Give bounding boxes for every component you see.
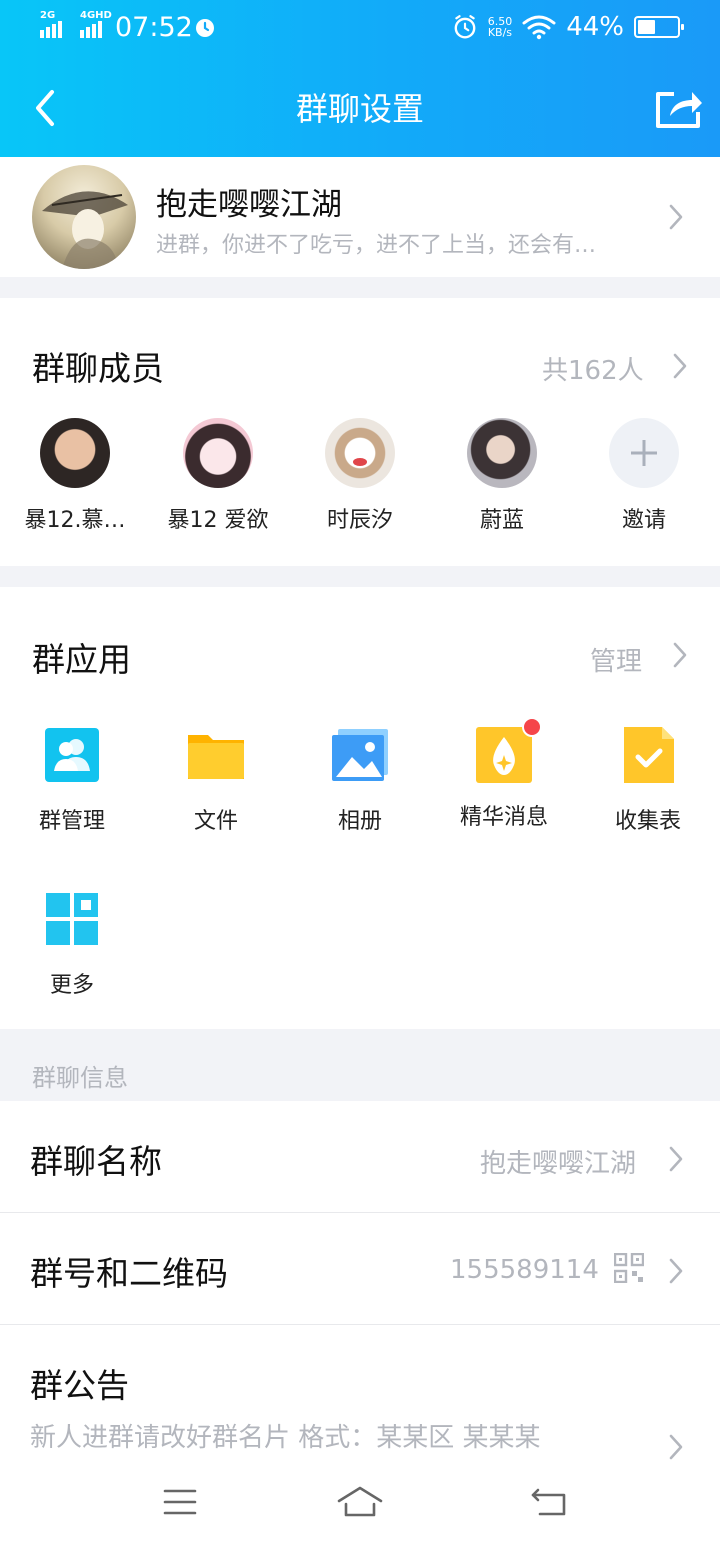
- group-id-value: 155589114: [450, 1255, 599, 1285]
- form-icon: [624, 727, 674, 783]
- share-icon[interactable]: [652, 86, 704, 130]
- group-id-label: 群号和二维码: [30, 1254, 228, 1293]
- album-icon: [332, 729, 388, 781]
- group-apps-section: 群应用 管理 群管理 文件 相册 精华消息 收集表 更多: [0, 587, 720, 1029]
- app-label: 精华消息: [459, 805, 548, 830]
- chevron-right-icon[interactable]: [672, 352, 688, 380]
- app-more[interactable]: 更多: [0, 889, 144, 999]
- app-label: 文件: [193, 809, 238, 834]
- member-avatar: [40, 418, 110, 488]
- status-time: 07:52: [115, 12, 193, 43]
- signal-icon: 2G 4GHD: [40, 10, 112, 38]
- chevron-right-icon[interactable]: [672, 641, 688, 669]
- app-form[interactable]: 收集表: [576, 725, 720, 835]
- group-manage-icon: [45, 728, 99, 782]
- member-name: 时辰汐: [326, 508, 393, 533]
- invite-member-button[interactable]: 邀请: [574, 418, 714, 534]
- header-bar: 2G 4GHD 07:52 6.50 KB/s 44% 群聊设置: [0, 0, 720, 157]
- chevron-right-icon: [669, 1258, 683, 1284]
- back-icon[interactable]: [530, 1486, 568, 1518]
- more-grid-icon: [46, 893, 98, 945]
- menu-icon[interactable]: [163, 1488, 197, 1516]
- alarm-icon: [454, 15, 476, 39]
- group-avatar: [32, 165, 136, 269]
- member-avatar: [467, 418, 537, 488]
- member-name: 暴12 爱欲: [167, 508, 269, 533]
- members-count[interactable]: 共162人: [542, 350, 644, 387]
- member-avatar: [183, 418, 253, 488]
- group-name-label: 群聊名称: [30, 1142, 162, 1181]
- home-icon[interactable]: [336, 1484, 384, 1520]
- group-id-row[interactable]: 群号和二维码 155589114: [0, 1213, 720, 1324]
- group-name-value: 抱走嘤嘤江湖: [480, 1149, 637, 1179]
- group-info-header: 群聊信息: [32, 1064, 128, 1092]
- apps-manage-link[interactable]: 管理: [590, 641, 642, 678]
- network-2g-label: 2G: [40, 10, 56, 21]
- network-speed: 6.50 KB/s: [488, 16, 513, 38]
- chevron-right-icon: [669, 204, 683, 230]
- group-notice-value: 新人进群请改好群名片 格式：某某区 某某某: [30, 1423, 541, 1453]
- notification-dot: [522, 717, 542, 737]
- member-name: 蔚蓝: [479, 508, 524, 533]
- plus-icon: [609, 418, 679, 488]
- group-name: 抱走嘤嘤江湖: [156, 187, 342, 223]
- battery-icon: [634, 16, 684, 38]
- member-item[interactable]: 暴12 爱欲: [148, 418, 288, 534]
- app-label: 群管理: [38, 809, 105, 834]
- page-title: 群聊设置: [295, 90, 424, 128]
- group-description: 进群，你进不了吃亏，进不了上当，还会有…: [156, 233, 597, 258]
- group-name-row[interactable]: 群聊名称 抱走嘤嘤江湖: [0, 1101, 720, 1212]
- network-4g-label: 4GHD: [80, 10, 112, 21]
- system-nav-bar: [0, 1460, 720, 1544]
- speed-unit: KB/s: [487, 26, 513, 39]
- members-title: 群聊成员: [32, 349, 164, 388]
- members-section: 群聊成员 共162人 暴12.慕… 暴12 爱欲 时辰汐 蔚蓝 邀请: [0, 298, 720, 566]
- group-notice-label: 群公告: [30, 1366, 129, 1405]
- group-notice-row[interactable]: 群公告 新人进群请改好群名片 格式：某某区 某某某: [0, 1325, 720, 1460]
- chevron-right-icon: [669, 1146, 683, 1172]
- qrcode-icon: [614, 1253, 644, 1283]
- app-files[interactable]: 文件: [144, 725, 288, 835]
- apps-title: 群应用: [32, 640, 131, 679]
- app-essence[interactable]: 精华消息: [432, 717, 576, 831]
- member-item[interactable]: 时辰汐: [290, 418, 430, 534]
- alarm-icon: [196, 19, 214, 37]
- group-profile-row[interactable]: 抱走嘤嘤江湖 进群，你进不了吃亏，进不了上当，还会有…: [0, 157, 720, 277]
- status-bar: 2G 4GHD 07:52 6.50 KB/s 44%: [0, 10, 720, 48]
- battery-percent: 44%: [566, 12, 624, 42]
- app-album[interactable]: 相册: [288, 725, 432, 835]
- app-label: 相册: [337, 809, 382, 834]
- member-item[interactable]: 暴12.慕…: [5, 418, 145, 534]
- wifi-icon: [522, 15, 556, 40]
- member-item[interactable]: 蔚蓝: [432, 418, 572, 534]
- app-label: 更多: [49, 973, 94, 998]
- invite-label: 邀请: [621, 508, 666, 533]
- chevron-right-icon: [669, 1434, 683, 1460]
- app-label: 收集表: [614, 809, 681, 834]
- member-avatar: [325, 418, 395, 488]
- member-name: 暴12.慕…: [24, 508, 126, 533]
- folder-icon: [188, 735, 244, 779]
- app-group-manage[interactable]: 群管理: [0, 725, 144, 835]
